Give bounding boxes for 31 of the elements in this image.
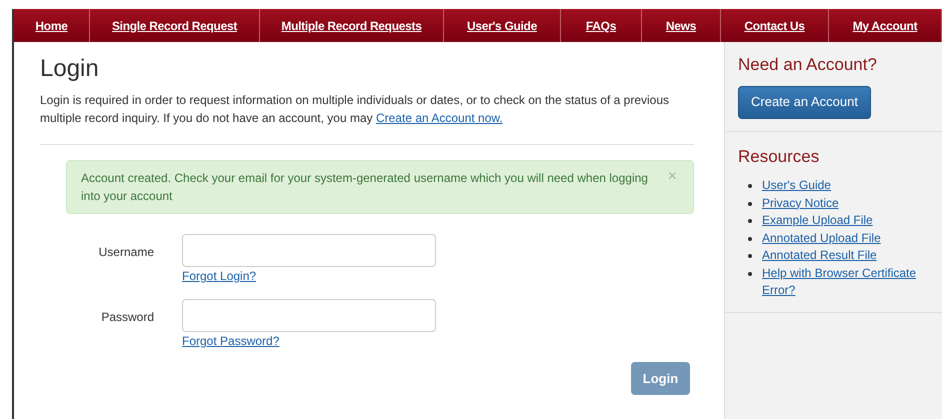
resource-link[interactable]: Annotated Upload File [762,230,881,247]
input-field[interactable] [182,234,436,267]
resource-link[interactable]: Example Upload File [762,212,873,230]
intro-text: Login is required in order to request information on multiple individuals or dates, or to check on the status of a previous multiple record inquiry. If you do not have an account, you may Create an Account now. [40,92,670,127]
create-account-link[interactable]: Create an Account now. [376,111,503,125]
bullet-icon [748,254,752,258]
nav-link[interactable]: FAQs [561,9,642,42]
resource-link[interactable]: User's Guide [762,177,831,194]
field-label: Password [100,309,155,326]
sidebar-title: Need an Account? [738,54,878,76]
bullet-icon [748,184,752,188]
nav-link[interactable]: User's Guide [444,9,561,42]
field-label: Username [98,244,155,261]
nav-link[interactable]: Home [14,9,90,42]
bullet-icon [748,219,752,223]
resource-link[interactable]: Help with Browser Certificate Error? [762,264,929,300]
sidebar-title: Resources [738,146,820,168]
forgot-link[interactable]: Forgot Login? [182,267,256,285]
nav-link[interactable]: News [642,9,721,42]
nav-link[interactable]: Single Record Request [90,9,260,42]
resource-link[interactable]: Privacy Notice [762,194,839,212]
bullet-icon [748,236,752,240]
bullet-icon [748,272,752,276]
nav-link[interactable]: Multiple Record Requests [260,9,444,42]
bullet-icon [748,202,752,206]
create-account-button[interactable]: Create an Account [738,86,871,118]
page-title: Login [40,54,100,84]
alert-text: Account created. Check your email for your system-generated username which you will need when logging into your account [81,170,649,205]
input-field[interactable] [182,299,436,332]
forgot-link[interactable]: Forgot Password? [182,332,280,350]
resource-link[interactable]: Annotated Result File [762,247,877,264]
